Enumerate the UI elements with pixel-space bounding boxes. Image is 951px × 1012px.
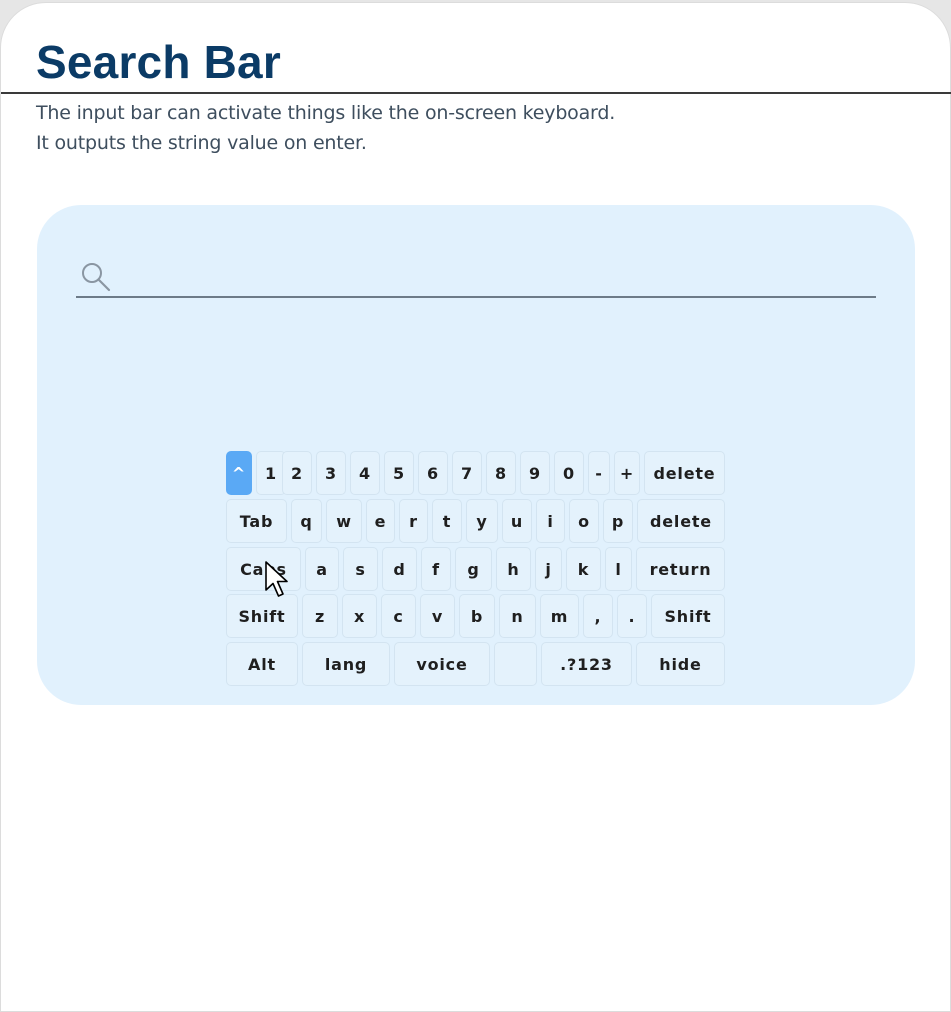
key-hide[interactable]: hide [636,642,725,686]
key-l[interactable]: l [605,547,632,591]
keyboard-row: Tab q w e r t y u i o p delete [226,499,726,543]
description-line-1: The input bar can activate things like t… [36,102,616,124]
key-d[interactable]: d [382,547,417,591]
demo-card: Search Bar The input bar can activate th… [0,2,951,1012]
title-divider [1,92,951,94]
key-return[interactable]: return [636,547,725,591]
search-bar[interactable] [76,259,876,298]
key-9[interactable]: 9 [520,451,550,495]
key-delete[interactable]: delete [637,499,725,543]
key-period[interactable]: . [617,594,647,638]
key-plus[interactable]: + [614,451,640,495]
key-minus[interactable]: - [588,451,610,495]
key-z[interactable]: z [302,594,338,638]
key-caret[interactable]: ^ [226,451,252,495]
key-r[interactable]: r [399,499,428,543]
page-title: Search Bar [36,36,281,88]
key-3[interactable]: 3 [316,451,346,495]
key-tab[interactable]: Tab [226,499,287,543]
key-t[interactable]: t [432,499,462,543]
key-7[interactable]: 7 [452,451,482,495]
key-0[interactable]: 0 [554,451,584,495]
keyboard-row: ^ 1 2 3 4 5 6 7 8 9 0- + delete [226,451,726,495]
key-w[interactable]: w [326,499,362,543]
key-6[interactable]: 6 [418,451,448,495]
key-alt[interactable]: Alt [226,642,298,686]
key-u[interactable]: u [502,499,532,543]
key-o[interactable]: o [569,499,599,543]
key-s[interactable]: s [343,547,378,591]
search-icon [82,263,111,292]
key-y[interactable]: y [466,499,498,543]
key-space[interactable] [494,642,537,686]
key-h[interactable]: h [496,547,531,591]
key-f[interactable]: f [421,547,451,591]
key-delete[interactable]: delete [644,451,725,495]
key-c[interactable]: c [381,594,416,638]
keyboard-row: Shift z x c v b n m,. Shift [226,594,726,638]
key-k[interactable]: k [566,547,601,591]
keyboard-row: Caps a s d f g h j k l return [226,547,726,591]
key-m[interactable]: m [540,594,579,638]
key-g[interactable]: g [455,547,492,591]
key-i[interactable]: i [536,499,565,543]
key-a[interactable]: a [305,547,339,591]
key-123[interactable]: .?123 [541,642,632,686]
key-v[interactable]: v [420,594,455,638]
key-q[interactable]: q [291,499,322,543]
key-n[interactable]: n [499,594,536,638]
key-e[interactable]: e [366,499,395,543]
search-demo-panel: ^ 1 2 3 4 5 6 7 8 9 0- + delete Tab q w e r t y u i o p delete Ca… [37,205,915,705]
key-4[interactable]: 4 [350,451,380,495]
key-comma[interactable]: , [583,594,613,638]
key-shift[interactable]: Shift [651,594,725,638]
key-j[interactable]: j [535,547,562,591]
key-shift[interactable]: Shift [226,594,298,638]
key-8[interactable]: 8 [486,451,516,495]
description-line-2: It outputs the string value on enter. [36,132,367,154]
key-b[interactable]: b [459,594,495,638]
key-x[interactable]: x [342,594,377,638]
key-voice[interactable]: voice [394,642,490,686]
mouse-pointer-icon [265,561,288,597]
key-lang[interactable]: lang [302,642,390,686]
search-input[interactable] [120,261,864,293]
key-2[interactable]: 2 [282,451,312,495]
keyboard-row: Alt lang voice .?123 hide [226,642,726,686]
key-5[interactable]: 5 [384,451,414,495]
key-p[interactable]: p [603,499,633,543]
